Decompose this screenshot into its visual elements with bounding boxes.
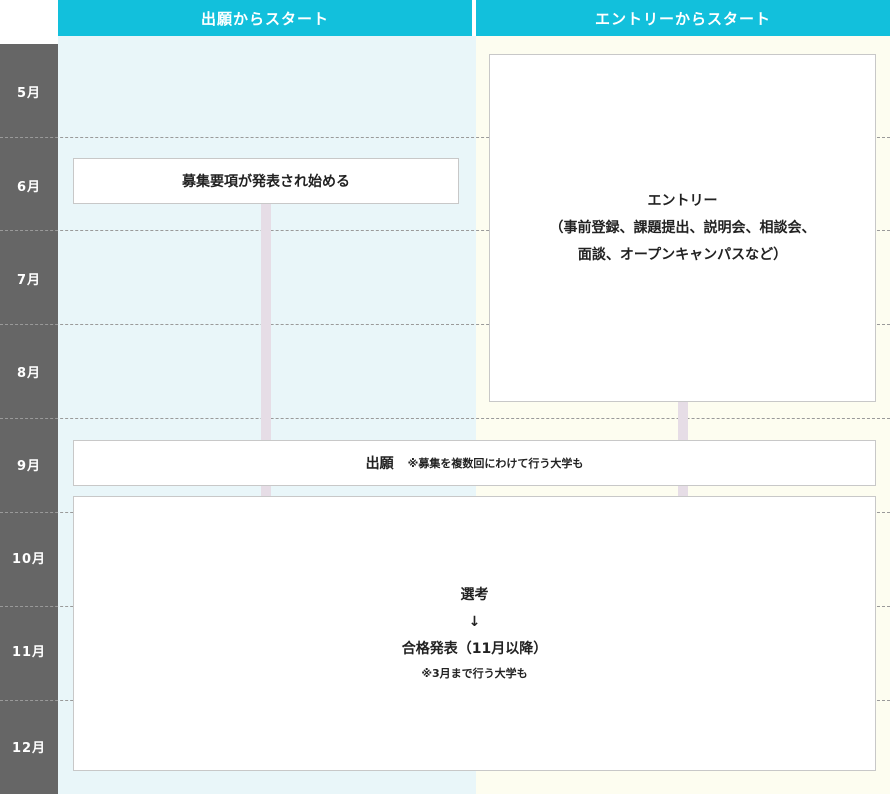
month-divider: [0, 418, 890, 419]
entry-detail-line-2: 面談、オープンキャンパスなど）: [577, 246, 788, 263]
application-title: 出願: [365, 456, 394, 472]
entry-title: エントリー: [647, 192, 718, 209]
month-september: 9月: [16, 458, 42, 474]
month-october: 10月: [11, 551, 47, 567]
entry-box: エントリー （事前登録、課題提出、説明会、相談会、 面談、オープンキャンパスなど…: [489, 54, 876, 402]
month-november: 11月: [11, 644, 47, 660]
recruitment-announcement-box: 募集要項が発表され始める: [73, 158, 459, 204]
selection-title: 選考: [460, 587, 489, 603]
selection-note: ※3月まで行う大学も: [421, 667, 528, 680]
month-may: 5月: [16, 85, 42, 101]
header-start-from-entry: エントリーからスタート: [476, 0, 890, 36]
entry-detail-line-1: （事前登録、課題提出、説明会、相談会、: [549, 219, 816, 236]
down-arrow-icon: ↓: [468, 614, 481, 630]
month-december: 12月: [11, 740, 47, 756]
month-june: 6月: [16, 179, 42, 195]
header-start-from-application: 出願からスタート: [58, 0, 472, 36]
selection-box: 選考 ↓ 合格発表（11月以降） ※3月まで行う大学も: [73, 496, 876, 771]
month-july: 7月: [16, 272, 42, 288]
recruitment-announcement-text: 募集要項が発表され始める: [182, 174, 350, 190]
month-august: 8月: [16, 365, 42, 381]
application-note: ※募集を複数回にわけて行う大学も: [407, 457, 584, 470]
acceptance-announcement: 合格発表（11月以降）: [401, 641, 548, 657]
application-box: 出願 ※募集を複数回にわけて行う大学も: [73, 440, 876, 486]
